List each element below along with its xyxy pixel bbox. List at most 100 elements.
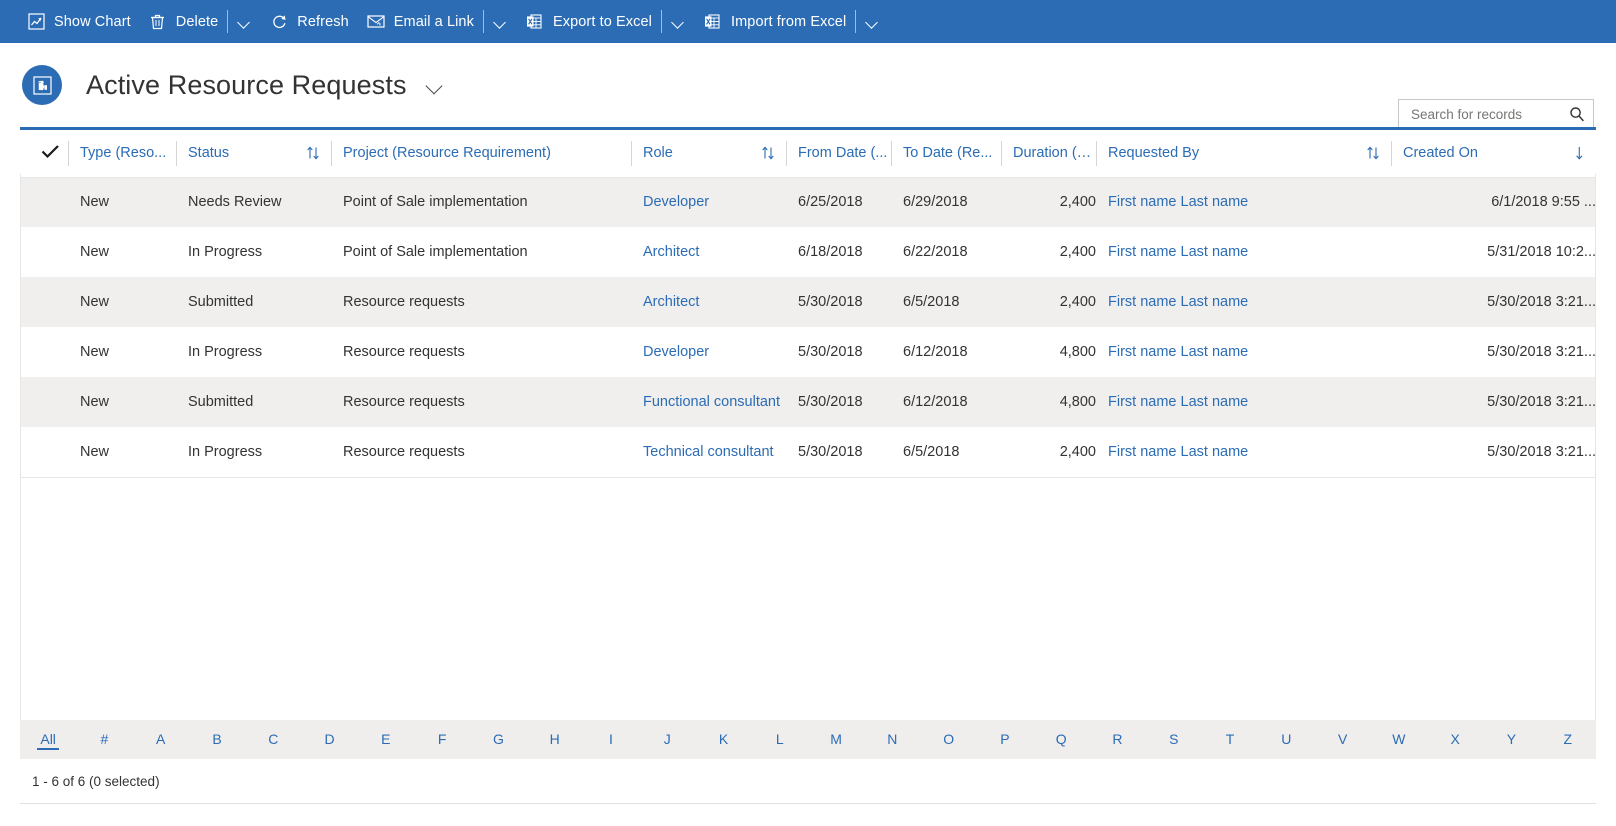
cell-role[interactable]: Developer: [631, 327, 786, 377]
email-a-link-dropdown-button[interactable]: [483, 0, 517, 43]
cell-requested-by[interactable]: First name Last name: [1096, 427, 1391, 477]
role-link[interactable]: Architect: [643, 244, 699, 260]
row-select-cell[interactable]: [20, 277, 68, 327]
search-icon[interactable]: [1569, 106, 1585, 122]
column-header-to-date[interactable]: To Date (Re...: [891, 130, 1001, 177]
alpha-filter-all[interactable]: All: [20, 720, 76, 759]
alpha-filter-u[interactable]: U: [1258, 720, 1314, 759]
delete-button[interactable]: Delete: [140, 0, 228, 43]
requested-by-link[interactable]: First name Last name: [1108, 294, 1248, 310]
cell-role[interactable]: Functional consultant: [631, 377, 786, 427]
import-from-excel-dropdown-button[interactable]: [855, 0, 889, 43]
alpha-filter-k[interactable]: K: [695, 720, 751, 759]
grid-left-edge: [20, 174, 21, 720]
requested-by-link[interactable]: First name Last name: [1108, 394, 1248, 410]
alpha-filter-m[interactable]: M: [808, 720, 864, 759]
sort-updown-icon[interactable]: [1366, 145, 1391, 161]
alpha-filter-g[interactable]: G: [470, 720, 526, 759]
alpha-filter-v[interactable]: V: [1314, 720, 1370, 759]
alpha-filter-e[interactable]: E: [358, 720, 414, 759]
alpha-filter-s[interactable]: S: [1146, 720, 1202, 759]
cell-requested-by[interactable]: First name Last name: [1096, 277, 1391, 327]
column-header-created-on[interactable]: Created On: [1391, 130, 1596, 177]
alpha-filter-hash[interactable]: #: [76, 720, 132, 759]
row-select-cell[interactable]: [20, 177, 68, 227]
role-link[interactable]: Functional consultant: [643, 394, 780, 410]
alpha-filter-a[interactable]: A: [133, 720, 189, 759]
cell-requested-by[interactable]: First name Last name: [1096, 377, 1391, 427]
cell-requested-by[interactable]: First name Last name: [1096, 327, 1391, 377]
refresh-button[interactable]: Refresh: [261, 0, 357, 43]
alpha-filter-f[interactable]: F: [414, 720, 470, 759]
table-row[interactable]: New In Progress Resource requests Develo…: [20, 327, 1596, 377]
row-select-cell[interactable]: [20, 327, 68, 377]
column-header-from-date[interactable]: From Date (...: [786, 130, 891, 177]
grid-table: Type (Reso... Status: [20, 130, 1596, 477]
requested-by-link[interactable]: First name Last name: [1108, 194, 1248, 210]
alpha-filter-l[interactable]: L: [752, 720, 808, 759]
alpha-filter-y[interactable]: Y: [1483, 720, 1539, 759]
cell-role[interactable]: Architect: [631, 227, 786, 277]
row-select-cell[interactable]: [20, 427, 68, 477]
cell-requested-by[interactable]: First name Last name: [1096, 177, 1391, 227]
alpha-filter-w[interactable]: W: [1371, 720, 1427, 759]
cell-type: New: [68, 427, 176, 477]
row-select-cell[interactable]: [20, 377, 68, 427]
cell-role[interactable]: Technical consultant: [631, 427, 786, 477]
cell-duration: 4,800: [1001, 377, 1096, 427]
cell-role[interactable]: Architect: [631, 277, 786, 327]
view-selector-chevron-down-icon[interactable]: [427, 80, 444, 91]
alpha-filter-j[interactable]: J: [639, 720, 695, 759]
export-to-excel-button[interactable]: Export to Excel: [517, 0, 661, 43]
requested-by-link[interactable]: First name Last name: [1108, 244, 1248, 260]
column-header-project[interactable]: Project (Resource Requirement): [331, 130, 631, 177]
alpha-filter-i[interactable]: I: [583, 720, 639, 759]
alpha-filter-c[interactable]: C: [245, 720, 301, 759]
requested-by-link[interactable]: First name Last name: [1108, 444, 1248, 460]
column-header-role[interactable]: Role: [631, 130, 786, 177]
alpha-filter-p[interactable]: P: [977, 720, 1033, 759]
export-to-excel-dropdown-button[interactable]: [661, 0, 695, 43]
search-input[interactable]: [1409, 106, 1569, 123]
search-box[interactable]: [1398, 99, 1594, 129]
table-row[interactable]: New Submitted Resource requests Architec…: [20, 277, 1596, 327]
sort-updown-icon[interactable]: [761, 145, 786, 161]
sort-updown-icon[interactable]: [306, 145, 331, 161]
cell-type: New: [68, 227, 176, 277]
row-select-cell[interactable]: [20, 227, 68, 277]
role-link[interactable]: Technical consultant: [643, 444, 774, 460]
alpha-filter-q[interactable]: Q: [1033, 720, 1089, 759]
column-header-type[interactable]: Type (Reso...: [68, 130, 176, 177]
role-link[interactable]: Developer: [643, 344, 709, 360]
alpha-filter-d[interactable]: D: [301, 720, 357, 759]
alpha-filter-z[interactable]: Z: [1540, 720, 1596, 759]
import-from-excel-button[interactable]: Import from Excel: [695, 0, 855, 43]
excel-import-icon: [704, 13, 722, 31]
show-chart-button[interactable]: Show Chart: [18, 0, 140, 43]
alpha-filter-x[interactable]: X: [1427, 720, 1483, 759]
cell-role[interactable]: Developer: [631, 177, 786, 227]
table-row[interactable]: New In Progress Resource requests Techni…: [20, 427, 1596, 477]
table-row[interactable]: New Needs Review Point of Sale implement…: [20, 177, 1596, 227]
alpha-filter-n[interactable]: N: [864, 720, 920, 759]
sort-descending-icon[interactable]: [1573, 145, 1596, 161]
table-row[interactable]: New Submitted Resource requests Function…: [20, 377, 1596, 427]
column-header-status[interactable]: Status: [176, 130, 331, 177]
cell-requested-by[interactable]: First name Last name: [1096, 227, 1391, 277]
alpha-filter-t[interactable]: T: [1202, 720, 1258, 759]
alpha-filter-o[interactable]: O: [921, 720, 977, 759]
alpha-filter-r[interactable]: R: [1089, 720, 1145, 759]
role-link[interactable]: Architect: [643, 294, 699, 310]
select-all-header[interactable]: [20, 130, 68, 177]
email-a-link-button[interactable]: Email a Link: [358, 0, 483, 43]
column-header-duration[interactable]: Duration (R...: [1001, 130, 1096, 177]
alpha-filter-b[interactable]: B: [189, 720, 245, 759]
column-header-requested-by[interactable]: Requested By: [1096, 130, 1391, 177]
cell-project: Resource requests: [331, 327, 631, 377]
requested-by-link[interactable]: First name Last name: [1108, 344, 1248, 360]
resource-request-entity-icon: [22, 65, 62, 105]
role-link[interactable]: Developer: [643, 194, 709, 210]
alpha-filter-h[interactable]: H: [527, 720, 583, 759]
table-row[interactable]: New In Progress Point of Sale implementa…: [20, 227, 1596, 277]
delete-dropdown-button[interactable]: [227, 0, 261, 43]
